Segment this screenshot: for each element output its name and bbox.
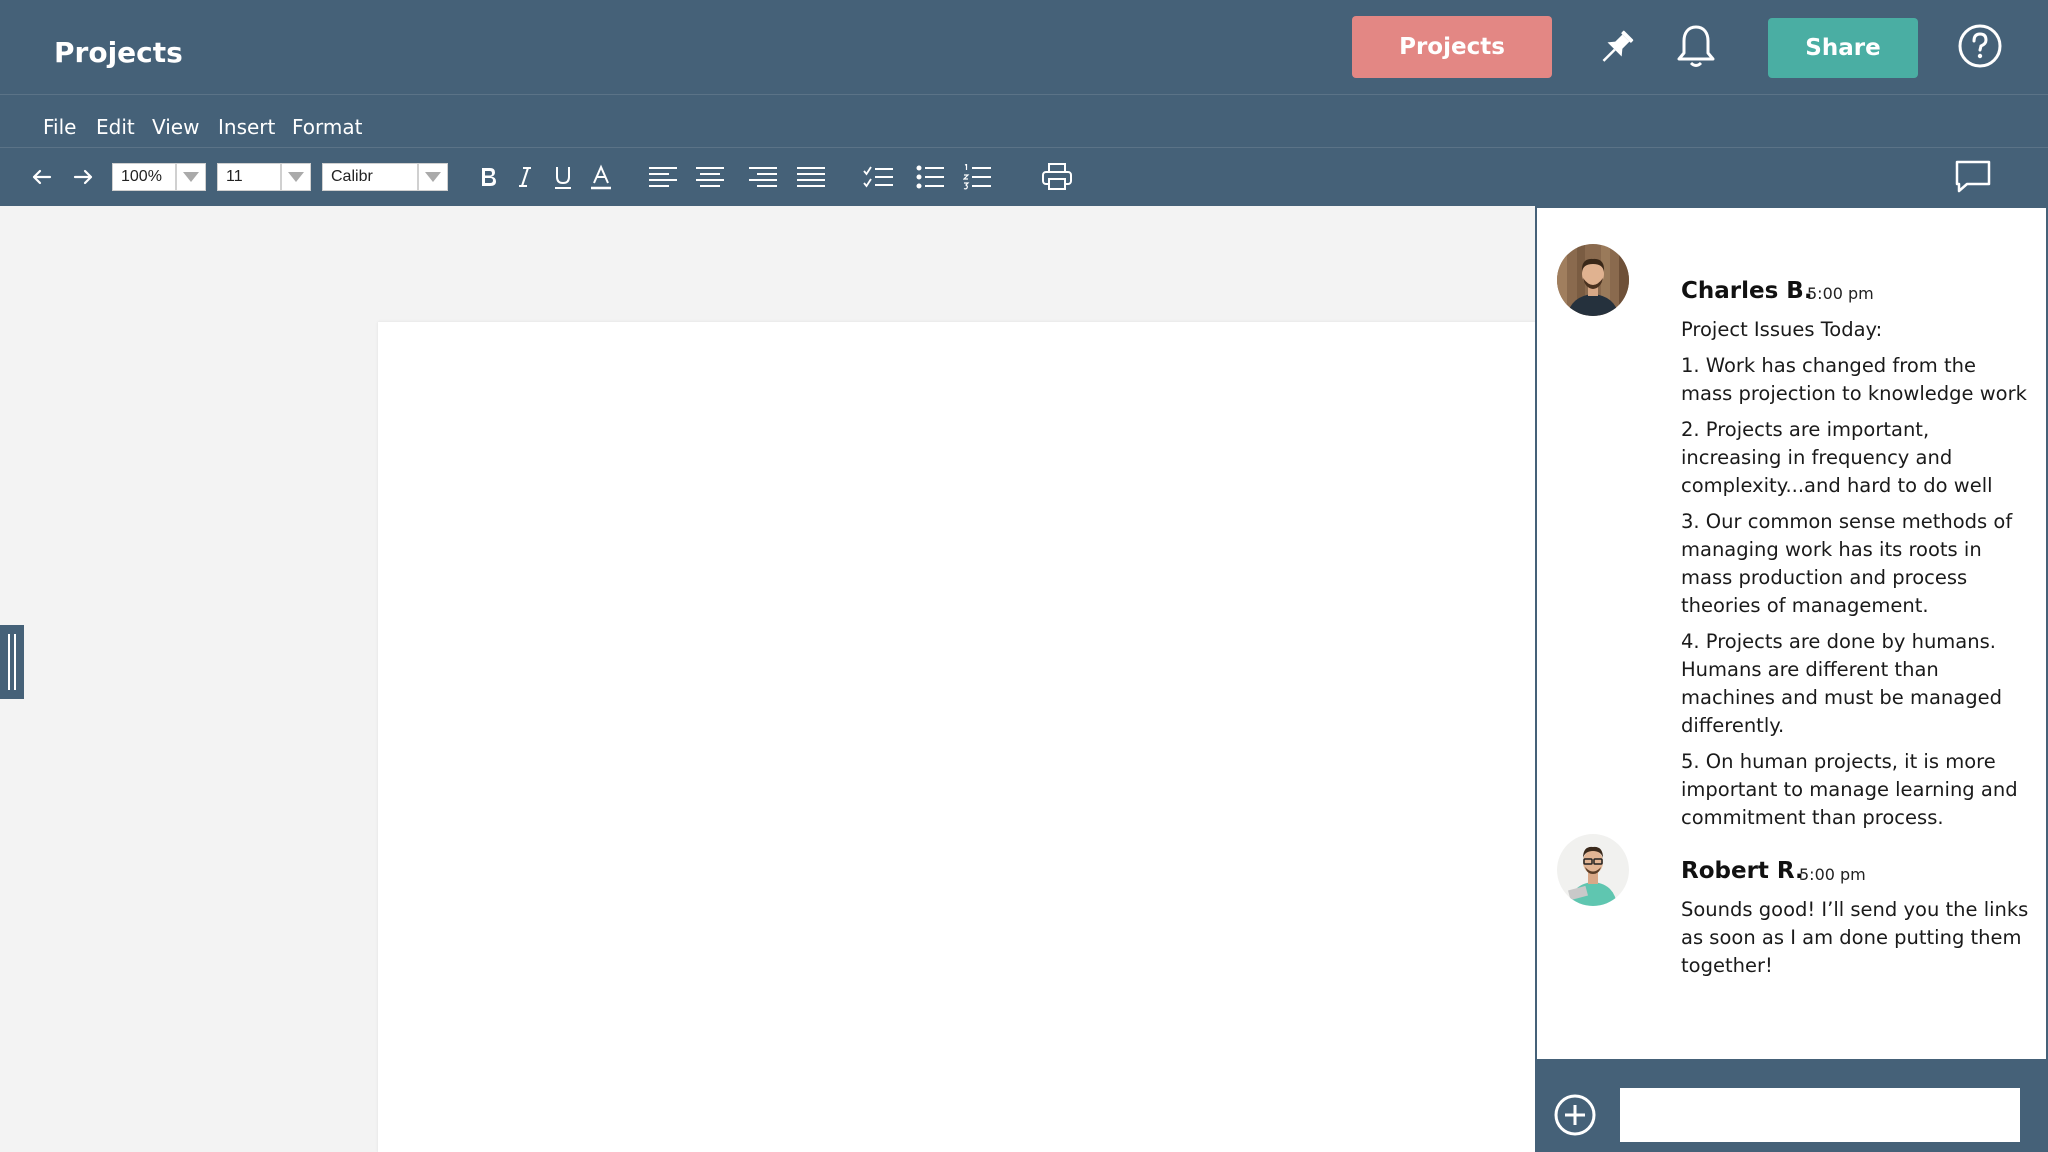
- align-right-icon[interactable]: [748, 162, 778, 192]
- underline-icon[interactable]: [548, 162, 578, 192]
- comment-body: Sounds good! I’ll send you the links as …: [1681, 896, 2031, 988]
- comment-paragraph: 4. Projects are done by humans. Humans a…: [1681, 630, 2002, 737]
- zoom-select[interactable]: 100%: [112, 163, 176, 191]
- zoom-dropdown-arrow[interactable]: [176, 163, 206, 191]
- italic-icon[interactable]: [510, 162, 540, 192]
- align-left-icon[interactable]: [648, 162, 678, 192]
- comment-time: 5:00 pm: [1799, 865, 1866, 884]
- bold-icon[interactable]: [473, 162, 503, 192]
- comment-icon[interactable]: [1954, 158, 1992, 196]
- bullet-list-icon[interactable]: [915, 162, 945, 192]
- font-size-select[interactable]: 11: [217, 163, 281, 191]
- projects-button[interactable]: Projects: [1352, 16, 1552, 78]
- font-family-dropdown-arrow[interactable]: [418, 163, 448, 191]
- app-title: Projects: [54, 36, 183, 69]
- align-center-icon[interactable]: [695, 162, 725, 192]
- bell-icon[interactable]: [1672, 22, 1720, 70]
- menu-bar: File Edit View Insert Format: [0, 95, 2048, 148]
- menu-format[interactable]: Format: [292, 115, 362, 139]
- formatting-toolbar: 100% 11 Calibr: [0, 148, 2048, 206]
- pin-icon[interactable]: [1592, 24, 1640, 72]
- undo-icon[interactable]: [27, 162, 57, 192]
- comment-time: 5:00 pm: [1807, 284, 1874, 303]
- comment-paragraph: 1. Work has changed from the mass projec…: [1681, 354, 2027, 405]
- align-justify-icon[interactable]: [796, 162, 826, 192]
- checklist-icon[interactable]: [863, 162, 893, 192]
- document-page[interactable]: [378, 322, 1535, 1152]
- comment-paragraph: Sounds good! I’ll send you the links as …: [1681, 898, 2029, 977]
- comment-body: Project Issues Today: 1. Work has change…: [1681, 316, 2031, 840]
- comment-author: Robert R.: [1681, 858, 1804, 884]
- comment-input[interactable]: [1620, 1088, 2020, 1142]
- menu-view[interactable]: View: [152, 115, 199, 139]
- avatar: [1557, 834, 1629, 906]
- top-bar: Projects Projects Share: [0, 0, 2048, 95]
- menu-file[interactable]: File: [43, 115, 76, 139]
- comment-item: Charles B. 5:00 pm Project Issues Today:…: [1557, 244, 2027, 829]
- comment-author: Charles B.: [1681, 278, 1813, 304]
- menu-edit[interactable]: Edit: [96, 115, 135, 139]
- add-attachment-icon[interactable]: [1553, 1093, 1597, 1137]
- help-icon[interactable]: [1956, 22, 2004, 70]
- comment-paragraph: 3. Our common sense methods of managing …: [1681, 510, 2013, 617]
- avatar: [1557, 244, 1629, 316]
- comment-paragraph: Project Issues Today:: [1681, 318, 1883, 341]
- font-size-dropdown-arrow[interactable]: [281, 163, 311, 191]
- comment-paragraph: 5. On human projects, it is more importa…: [1681, 750, 2018, 829]
- comments-panel: Charles B. 5:00 pm Project Issues Today:…: [1535, 206, 2048, 1061]
- comment-composer: [1535, 1061, 2048, 1152]
- text-color-icon[interactable]: [586, 162, 616, 192]
- share-button[interactable]: Share: [1768, 18, 1918, 78]
- comment-item: Robert R. 5:00 pm Sounds good! I’ll send…: [1557, 834, 2028, 994]
- comment-paragraph: 2. Projects are important, increasing in…: [1681, 418, 1993, 497]
- redo-icon[interactable]: [68, 162, 98, 192]
- sidebar-handle[interactable]: [0, 625, 24, 699]
- print-icon[interactable]: [1042, 162, 1072, 192]
- font-family-select[interactable]: Calibr: [322, 163, 418, 191]
- menu-insert[interactable]: Insert: [218, 115, 275, 139]
- numbered-list-icon[interactable]: [962, 162, 992, 192]
